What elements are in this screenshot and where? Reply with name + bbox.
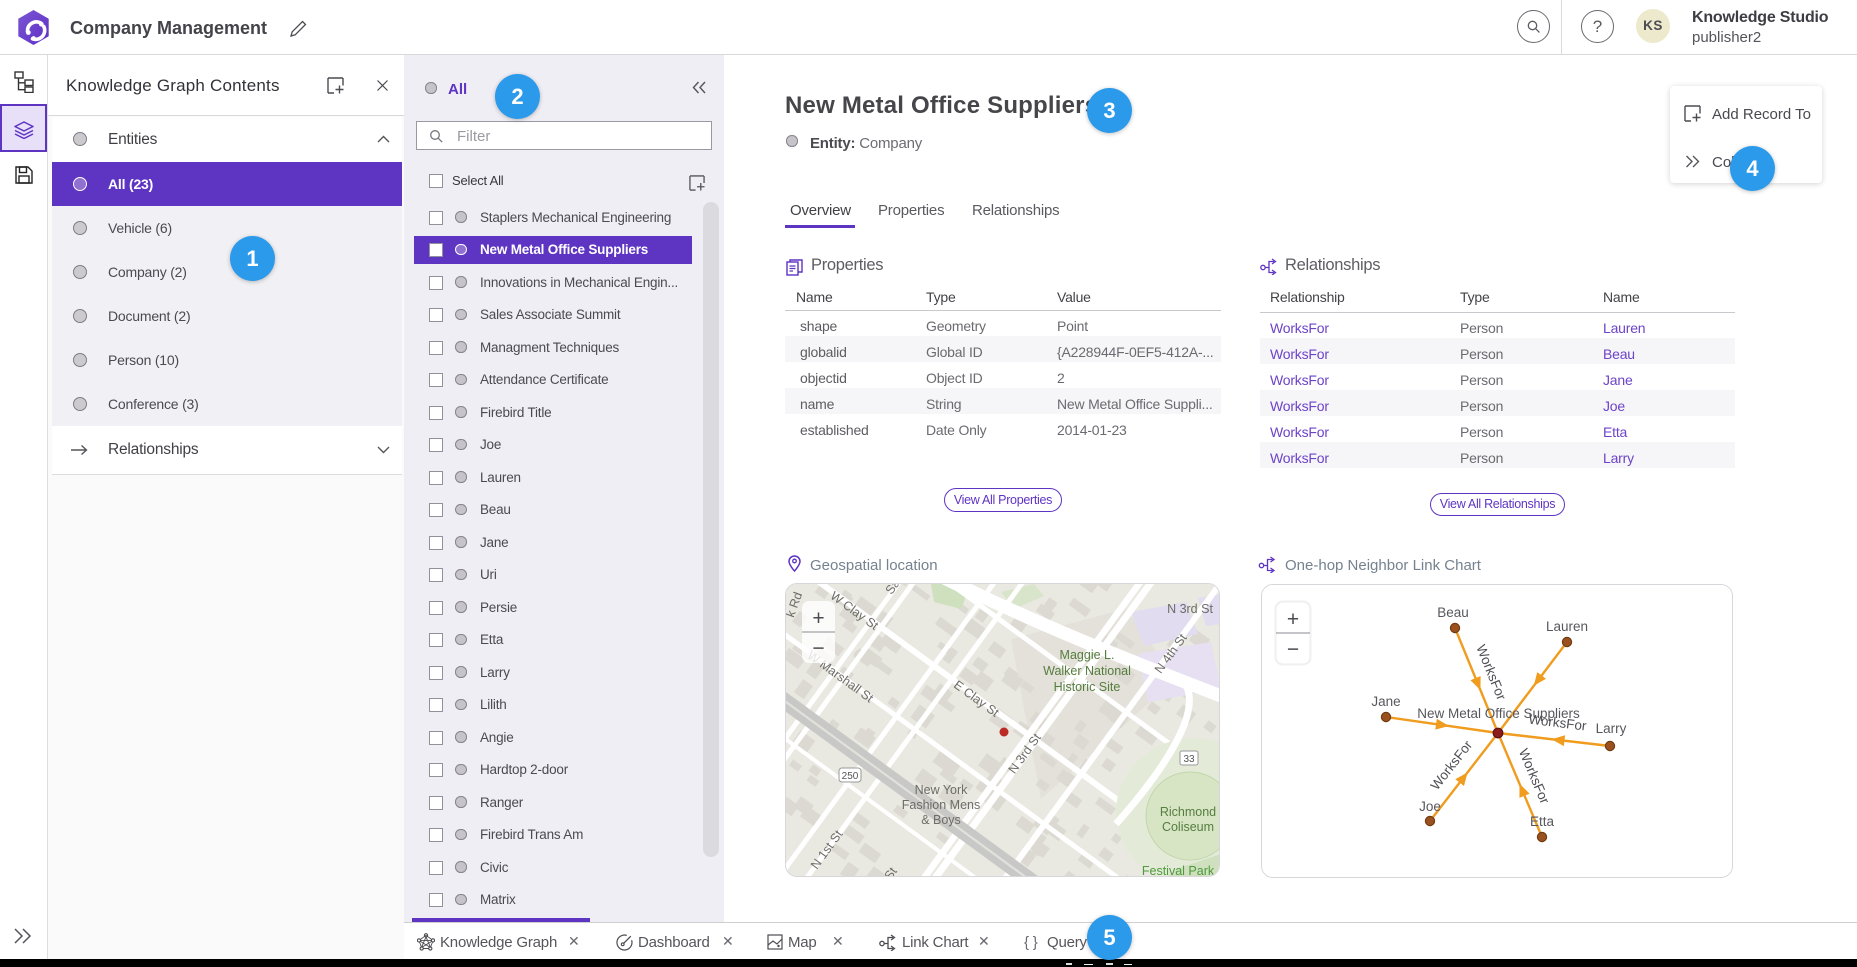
svg-text:+: + bbox=[812, 607, 824, 630]
svg-text:33: 33 bbox=[1183, 754, 1195, 765]
svg-text:−: − bbox=[1287, 638, 1299, 661]
svg-text:Lauren: Lauren bbox=[1546, 619, 1588, 634]
svg-text:Joe: Joe bbox=[1419, 799, 1441, 814]
svg-text:Festival Park: Festival Park bbox=[1142, 864, 1215, 877]
svg-text:Larry: Larry bbox=[1596, 721, 1627, 736]
svg-text:Etta: Etta bbox=[1530, 814, 1555, 829]
svg-text:−: − bbox=[812, 637, 824, 660]
svg-text:Fashion Mens: Fashion Mens bbox=[902, 798, 981, 812]
svg-text:Walker National: Walker National bbox=[1043, 664, 1131, 678]
svg-text:Richmond: Richmond bbox=[1160, 805, 1216, 819]
svg-text:Coliseum: Coliseum bbox=[1162, 820, 1214, 834]
svg-text:Maggie L.: Maggie L. bbox=[1060, 648, 1115, 662]
svg-text:N 3rd St: N 3rd St bbox=[1167, 602, 1213, 616]
svg-text:250: 250 bbox=[842, 771, 859, 782]
svg-text:Beau: Beau bbox=[1437, 605, 1469, 620]
svg-text:& Boys: & Boys bbox=[921, 813, 961, 827]
svg-text:New York: New York bbox=[915, 783, 969, 797]
svg-text:+: + bbox=[1287, 608, 1299, 631]
svg-text:Jane: Jane bbox=[1371, 694, 1400, 709]
svg-text:Historic Site: Historic Site bbox=[1054, 680, 1121, 694]
